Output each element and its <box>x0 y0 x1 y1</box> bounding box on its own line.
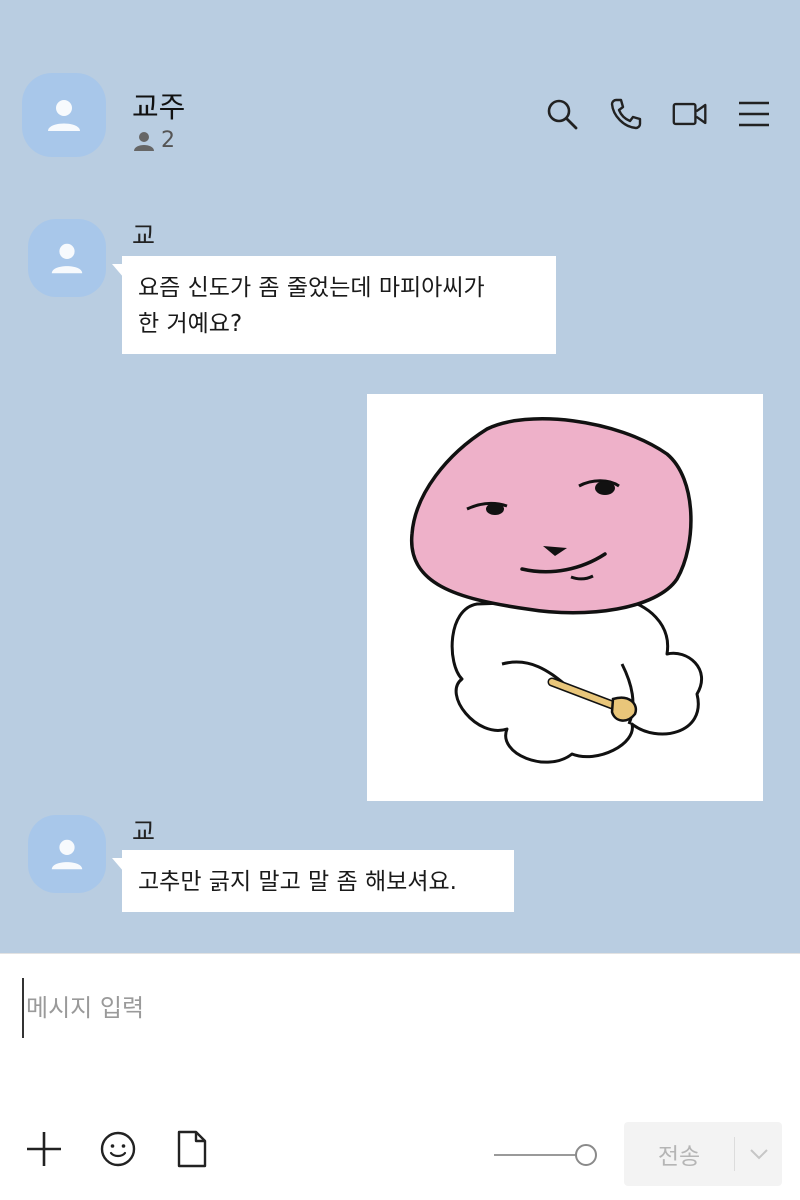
emoticon-button[interactable] <box>98 1129 138 1169</box>
phone-icon <box>610 98 642 130</box>
search-button[interactable] <box>544 96 580 132</box>
menu-button[interactable] <box>736 96 772 132</box>
person-icon <box>51 839 83 870</box>
font-size-slider[interactable] <box>494 1143 598 1167</box>
room-avatar[interactable] <box>22 73 106 157</box>
message-bubble[interactable]: 요즘 신도가 좀 줄었는데 마피아씨가 한 거예요? <box>112 256 556 354</box>
header-actions <box>544 96 772 132</box>
plus-icon <box>27 1132 61 1166</box>
chevron-down-icon <box>749 1149 768 1160</box>
person-icon <box>51 243 83 274</box>
person-icon <box>48 100 80 131</box>
menu-icon <box>739 101 769 127</box>
attach-button[interactable] <box>24 1129 64 1169</box>
file-icon <box>177 1130 207 1168</box>
call-button[interactable] <box>608 96 644 132</box>
peach-character-sticker <box>410 417 704 764</box>
send-label: 전송 <box>657 1144 701 1170</box>
video-call-button[interactable] <box>672 96 708 132</box>
video-icon <box>672 102 707 126</box>
send-options-button[interactable] <box>735 1148 782 1160</box>
member-count-value: 2 <box>161 128 175 153</box>
room-title: 교주 <box>132 90 186 124</box>
send-button[interactable]: 전송 <box>624 1122 782 1186</box>
smiley-icon <box>100 1131 136 1167</box>
chat-header: 교주 2 <box>0 0 800 200</box>
search-icon <box>547 99 578 130</box>
members-icon <box>134 131 154 151</box>
message-text-line: 한 거예요? <box>138 311 243 337</box>
composer-tools <box>24 1129 212 1169</box>
message-input[interactable] <box>22 978 762 1038</box>
sender-avatar[interactable] <box>28 219 106 297</box>
slider-track-icon <box>494 1144 597 1166</box>
message-text-line: 고추만 긁지 말고 말 좀 해보셔요. <box>138 869 457 895</box>
file-button[interactable] <box>172 1129 212 1169</box>
message-bubble[interactable]: 고추만 긁지 말고 말 좀 해보셔요. <box>112 850 514 912</box>
member-count: 2 <box>133 128 175 153</box>
sender-avatar[interactable] <box>28 815 106 893</box>
message-text-line: 요즘 신도가 좀 줄었는데 마피아씨가 <box>138 275 485 301</box>
sticker-message[interactable] <box>367 394 763 801</box>
